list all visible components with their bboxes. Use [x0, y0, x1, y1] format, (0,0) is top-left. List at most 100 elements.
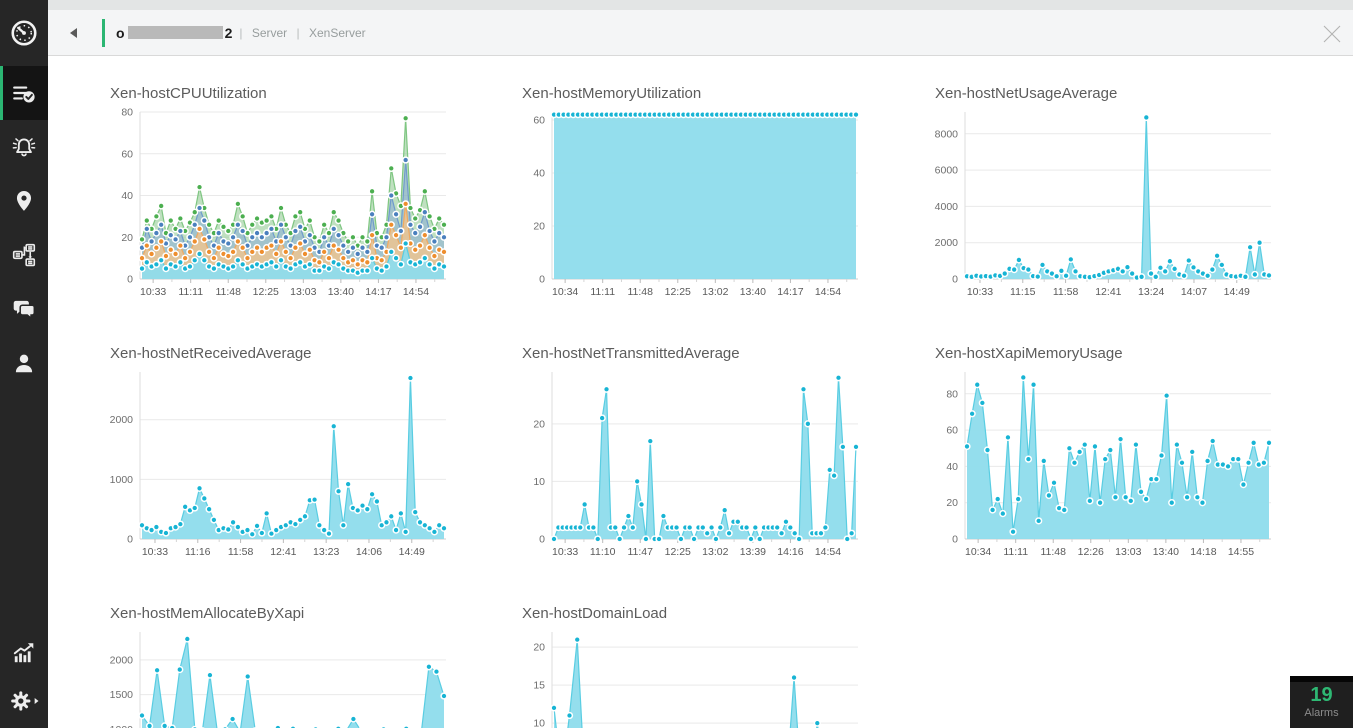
svg-text:14:54: 14:54 [403, 286, 429, 298]
svg-text:10:33: 10:33 [552, 546, 578, 558]
svg-text:2000: 2000 [110, 654, 134, 666]
svg-text:14:55: 14:55 [1228, 546, 1254, 558]
trend-chart-icon [13, 643, 34, 663]
svg-text:11:48: 11:48 [1040, 546, 1066, 558]
area-chart-domain-load: 10 15 20 [533, 632, 858, 728]
breadcrumb: | Server | XenServer [239, 26, 365, 40]
chart-title: Xen-hostDomainLoad [522, 605, 668, 622]
chart-title: Xen-hostCPUUtilization [110, 85, 267, 102]
svg-text:60: 60 [533, 114, 545, 126]
svg-text:20: 20 [533, 642, 545, 654]
svg-text:15: 15 [533, 680, 545, 692]
svg-text:10:33: 10:33 [142, 546, 168, 558]
svg-text:0: 0 [952, 534, 958, 546]
svg-text:1000: 1000 [110, 474, 134, 486]
chart-card-mem-allocate: Xen-hostMemAllocateByXapi 1000 1500 2000 [98, 604, 468, 728]
svg-text:20: 20 [533, 220, 545, 232]
page-title: o 2 | Server | XenServer [116, 25, 366, 41]
chart-card-net-transmitted: Xen-hostNetTransmittedAverage 0 10 20 10:33… [510, 344, 880, 596]
user-icon [15, 354, 33, 373]
svg-text:11:15: 11:15 [1010, 286, 1036, 298]
chart-card-domain-load: Xen-hostDomainLoad 10 15 20 [510, 604, 880, 728]
svg-text:10: 10 [533, 718, 545, 728]
close-button[interactable] [1321, 23, 1343, 45]
svg-text:12:25: 12:25 [253, 286, 279, 298]
svg-text:40: 40 [946, 461, 958, 473]
svg-text:20: 20 [946, 497, 958, 509]
breadcrumb-item-xenserver: XenServer [308, 25, 366, 40]
svg-text:2000: 2000 [935, 237, 959, 249]
svg-text:20: 20 [121, 232, 133, 244]
svg-text:12:41: 12:41 [1095, 286, 1121, 298]
svg-text:14:17: 14:17 [365, 286, 391, 298]
svg-text:60: 60 [946, 425, 958, 437]
breadcrumb-item-server: Server [251, 25, 288, 40]
svg-text:12:25: 12:25 [665, 546, 691, 558]
sidebar-item-maps[interactable] [0, 174, 48, 228]
area-chart-net-received: 0 1000 2000 10:33 11:16 11:58 12:41 13:23 14:06 1… [110, 372, 448, 558]
gauge-logo-icon [11, 20, 37, 46]
redacted-text [127, 26, 223, 39]
title-accent-bar [102, 18, 105, 47]
svg-text:13:03: 13:03 [1115, 546, 1141, 558]
sidebar-item-users[interactable] [0, 336, 48, 390]
svg-text:11:11: 11:11 [590, 286, 615, 298]
svg-text:60: 60 [121, 148, 133, 160]
list-check-icon [13, 86, 35, 103]
breadcrumb-separator: | [239, 25, 243, 40]
svg-text:13:24: 13:24 [1138, 286, 1164, 298]
svg-text:14:16: 14:16 [777, 546, 803, 558]
sidebar-item-reports[interactable] [0, 630, 48, 676]
svg-text:14:54: 14:54 [815, 546, 841, 558]
chart-card-memory-utilization: Xen-hostMemoryUtilization 0 20 40 60 10:34 11… [510, 84, 880, 336]
chart-card-net-received: Xen-hostNetReceivedAverage 0 1000 2000 10:3… [98, 344, 468, 596]
title-prefix: o [116, 24, 125, 41]
svg-text:8000: 8000 [935, 128, 959, 140]
svg-text:10:33: 10:33 [140, 286, 166, 298]
area-chart-xapi-memory: 0 20 40 60 80 10:34 11:11 11:48 12:26 13:03 13:40 1… [946, 372, 1273, 558]
svg-text:13:40: 13:40 [740, 286, 766, 298]
svg-text:4000: 4000 [935, 201, 959, 213]
alarm-label: Alarms [1304, 707, 1339, 719]
svg-text:12:41: 12:41 [270, 546, 296, 558]
map-pin-icon [16, 191, 32, 211]
svg-text:14:54: 14:54 [815, 286, 841, 298]
sidebar-item-monitors[interactable] [0, 66, 48, 120]
svg-text:14:18: 14:18 [1190, 546, 1216, 558]
svg-text:10:34: 10:34 [965, 546, 991, 558]
app-logo[interactable] [0, 0, 48, 66]
chart-title: Xen-hostMemAllocateByXapi [110, 605, 305, 622]
back-button[interactable] [66, 26, 80, 40]
sidebar-item-alarms[interactable] [0, 120, 48, 174]
area-chart-cpu-utilization: 0 20 40 60 80 10:33 11:11 11:48 12:25 13:03 13:40 1… [121, 107, 448, 298]
svg-text:11:47: 11:47 [627, 546, 653, 558]
active-indicator [0, 66, 3, 120]
alarms-badge[interactable]: 19 Alarms [1290, 676, 1353, 728]
area-chart-net-transmitted: 0 10 20 10:33 11:10 11:47 12:25 13:02 13:39 14:16… [533, 372, 860, 558]
svg-text:80: 80 [946, 388, 958, 400]
sidebar-item-topology[interactable] [0, 228, 48, 282]
svg-text:13:39: 13:39 [740, 546, 766, 558]
topology-icon [12, 243, 36, 267]
svg-text:40: 40 [533, 167, 545, 179]
svg-text:13:02: 13:02 [702, 546, 728, 558]
area-chart-mem-allocate: 1000 1500 2000 [110, 632, 448, 728]
chart-title: Xen-hostNetReceivedAverage [110, 345, 312, 362]
sidebar-item-settings[interactable] [0, 678, 48, 724]
chart-title: Xen-hostNetUsageAverage [935, 85, 1118, 102]
svg-text:14:06: 14:06 [356, 546, 382, 558]
svg-text:6000: 6000 [935, 165, 959, 177]
chart-title: Xen-hostNetTransmittedAverage [522, 345, 740, 362]
breadcrumb-separator: | [296, 25, 300, 40]
chart-title: Xen-hostXapiMemoryUsage [935, 345, 1123, 362]
close-icon [1323, 25, 1341, 43]
header: o 2 | Server | XenServer [48, 10, 1353, 56]
svg-text:10:34: 10:34 [552, 286, 578, 298]
sidebar-item-chat[interactable] [0, 282, 48, 336]
svg-text:80: 80 [121, 107, 133, 119]
svg-text:1000: 1000 [110, 724, 134, 728]
svg-text:0: 0 [952, 274, 958, 286]
svg-text:13:23: 13:23 [313, 546, 339, 558]
area-chart-memory-utilization: 0 20 40 60 10:34 11:11 11:48 12:25 13:02 13:40 14:… [533, 111, 860, 298]
svg-text:14:07: 14:07 [1181, 286, 1207, 298]
